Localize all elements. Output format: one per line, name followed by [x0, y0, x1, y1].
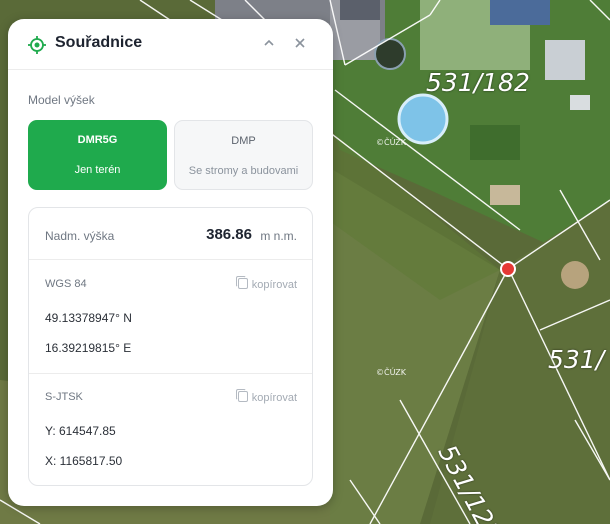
- mode-dmp-button[interactable]: DMP Se stromy a budovami: [174, 120, 313, 190]
- sjtsk-label: S-JTSK: [45, 391, 83, 403]
- copy-wgs84-button[interactable]: kopírovat: [235, 276, 297, 291]
- wgs84-longitude: 16.39219815° E: [45, 341, 132, 355]
- altitude-row: Nadm. výška 386.86 m n.m.: [29, 218, 312, 259]
- mode-subtitle: Se stromy a budovami: [188, 165, 299, 177]
- copy-label: kopírovat: [251, 392, 297, 404]
- parcel-label: 531/182: [426, 68, 530, 97]
- location-pin[interactable]: [500, 261, 516, 277]
- divider: [29, 259, 312, 260]
- wgs84-latitude: 49.13378947° N: [45, 311, 132, 325]
- altitude-unit: m n.m.: [260, 229, 297, 243]
- crosshair-icon: [28, 36, 46, 54]
- close-icon[interactable]: [291, 34, 309, 52]
- copy-icon: [235, 276, 248, 289]
- copy-label: kopírovat: [251, 279, 297, 291]
- panel-header: Souřadnice: [8, 19, 333, 70]
- wgs84-label: WGS 84: [45, 278, 87, 290]
- sjtsk-x: X: 1165817.50: [45, 454, 123, 468]
- mode-dmr5g-button[interactable]: DMR5G Jen terén: [28, 120, 167, 190]
- watermark: ©ČÚZK: [376, 368, 407, 377]
- coordinates-card: Nadm. výška 386.86 m n.m. WGS 84 kopírov…: [28, 207, 313, 486]
- chevron-up-icon[interactable]: [260, 34, 278, 52]
- sjtsk-y: Y: 614547.85: [45, 424, 116, 438]
- mode-title: DMR5G: [77, 134, 118, 146]
- height-model-label: Model výšek: [28, 93, 95, 107]
- panel-title: Souřadnice: [55, 34, 143, 51]
- mode-subtitle: Jen terén: [74, 164, 121, 176]
- altitude-value: 386.86: [206, 226, 252, 243]
- altitude-label: Nadm. výška: [45, 229, 115, 243]
- mode-title: DMP: [231, 135, 256, 147]
- divider: [29, 373, 312, 374]
- parcel-label: 531/: [548, 345, 605, 374]
- copy-icon: [235, 389, 248, 402]
- watermark: ©ČÚZK: [376, 138, 407, 147]
- copy-sjtsk-button[interactable]: kopírovat: [235, 389, 297, 404]
- coordinates-panel: Souřadnice Model výšek DMR5G Jen terén D…: [8, 19, 333, 506]
